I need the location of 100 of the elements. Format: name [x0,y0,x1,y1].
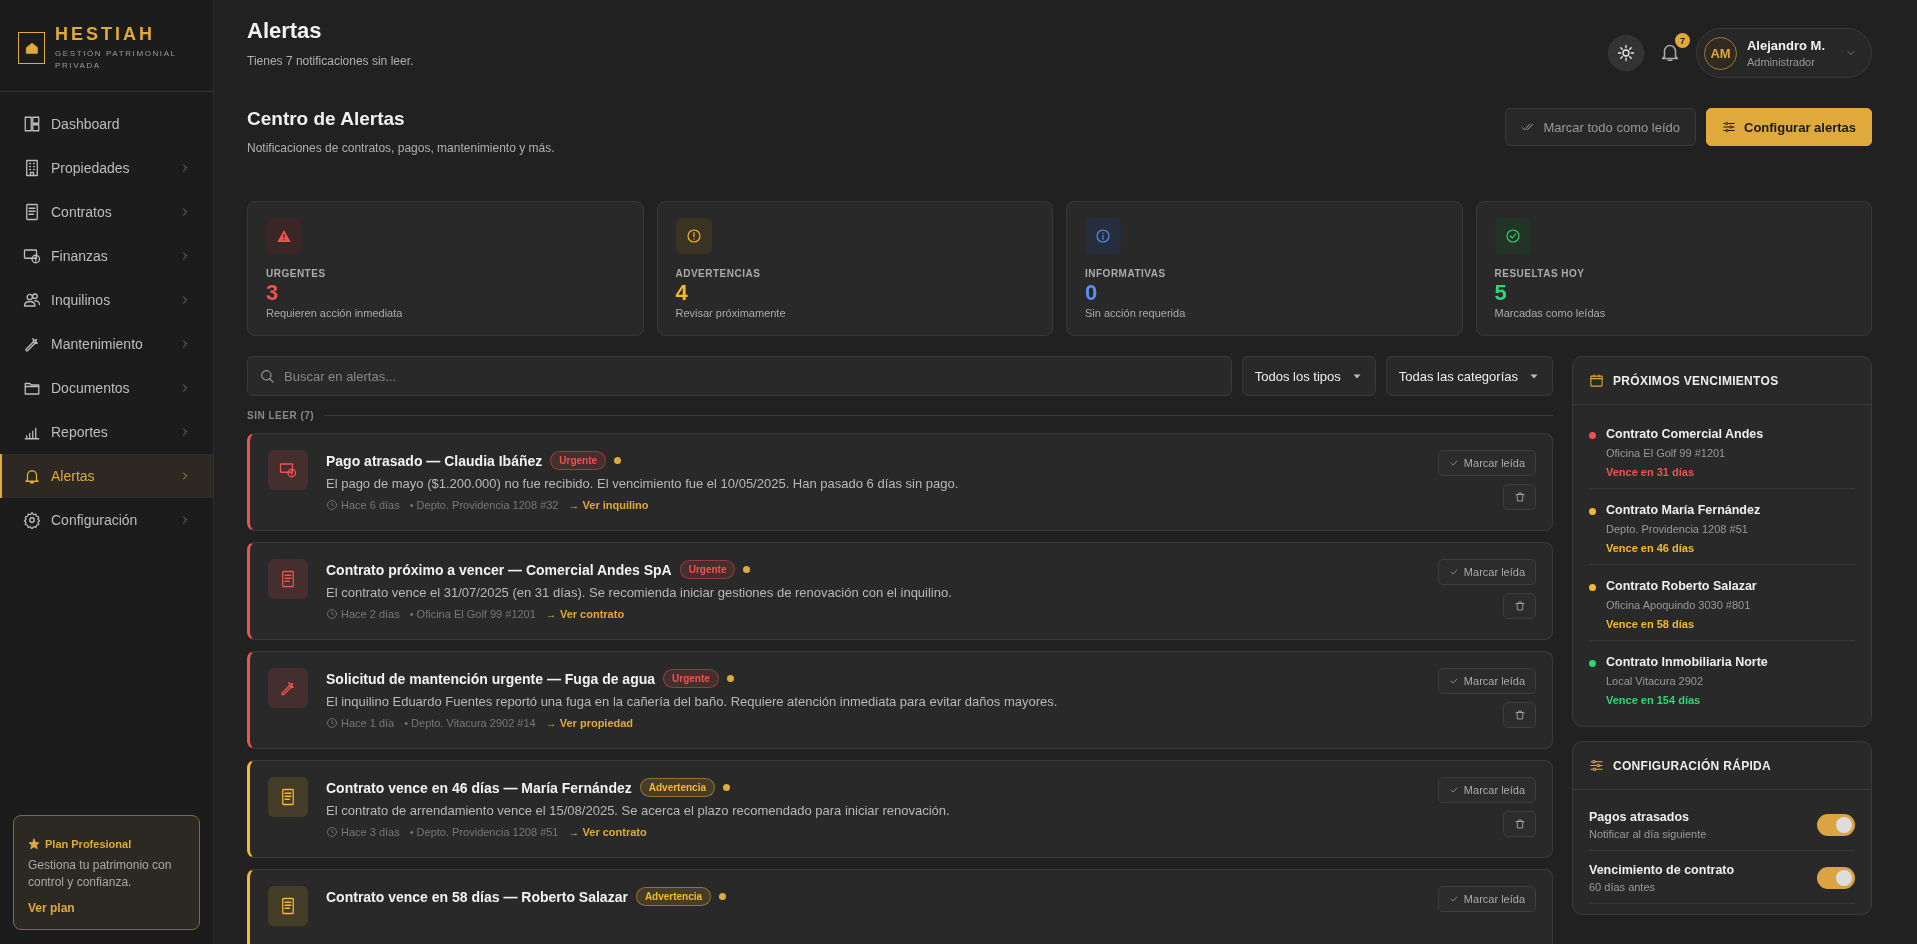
trash-icon [1513,818,1526,830]
delete-button[interactable] [1503,811,1536,837]
nav-item[interactable]: Reportes [0,410,213,454]
contract-name: Contrato Comercial Andes [1606,427,1764,441]
nav-item[interactable]: Alertas [0,454,213,498]
alert-time: Hace 3 días [326,826,400,838]
check-icon [1448,567,1459,577]
exclamation-circle-icon [685,228,702,244]
stat-note: Revisar próximamente [675,307,787,319]
bell-icon [23,467,41,485]
stat-label: RESUELTAS HOY [1494,268,1586,279]
view-plan-link[interactable]: Ver plan [28,901,75,915]
alert-link[interactable]: → Ver contrato [545,608,625,620]
priority-badge: Urgente [663,669,719,688]
mark-read-button[interactable]: Marcar leída [1437,777,1536,803]
priority-badge: Advertencia [639,778,715,797]
list-heading: SIN LEER (7) [247,410,315,421]
section-title: Centro de Alertas [247,108,406,130]
user-role: Administrador [1747,56,1816,68]
theme-toggle-button[interactable] [1608,35,1644,71]
stat-value: 3 [266,281,280,305]
property-name: Oficina Apoquindo 3030 #801 [1606,599,1752,611]
contract-name: Contrato María Fernández [1606,503,1761,517]
document-icon [23,203,41,221]
alert-time: Hace 1 día [326,717,395,729]
house-icon [24,40,39,55]
user-menu[interactable]: AM Alejandro M. Administrador [1696,28,1872,78]
trash-icon [1513,600,1526,612]
delete-button[interactable] [1503,702,1536,728]
nav-item[interactable]: Propiedades [0,146,213,190]
mark-read-button[interactable]: Marcar leída [1437,450,1536,476]
property-name: Oficina El Golf 99 #1201 [1606,447,1727,459]
delete-button[interactable] [1503,484,1536,510]
delete-button[interactable] [1503,593,1536,619]
due-date-text: Vence en 31 días [1606,466,1696,478]
stat-label: ADVERTENCIAS [675,268,762,279]
wrench-icon [279,679,297,697]
alert-title: Contrato vence en 58 días — Roberto Salazar [326,888,628,905]
setting-label: Pagos atrasados [1589,810,1691,824]
calendar-icon [1589,373,1604,388]
dashboard-icon [23,115,41,133]
panel-title: CONFIGURACIÓN RÁPIDA [1613,758,1771,773]
due-date-text: Vence en 154 días [1606,694,1702,706]
stat-note: Marcadas como leídas [1494,307,1607,319]
setting-note: 60 días antes [1589,881,1657,893]
building-icon [23,159,41,177]
alert-link[interactable]: → Ver contrato [568,826,647,838]
mark-read-button[interactable]: Marcar leída [1437,668,1536,694]
filter-dropdown[interactable]: Todos los tipos [1241,356,1376,396]
clock-icon [326,826,338,838]
nav-item[interactable]: Dashboard [0,102,213,146]
toggle-switch[interactable] [1817,867,1855,889]
nav-item[interactable]: Inquilinos [0,278,213,322]
double-check-icon [1521,120,1536,134]
sliders-icon [1722,120,1736,134]
alert-location: • Depto. Providencia 1208 #32 [409,499,559,511]
alert-title: Contrato vence en 46 días — María Fernández [326,779,632,796]
alert-location: • Depto. Providencia 1208 #51 [409,826,559,838]
nav-item[interactable]: Contratos [0,190,213,234]
user-name: Alejandro M. [1747,38,1825,53]
alert-description: El inquilino Eduardo Fuentes reportó una fuga en la cañería del baño. Requiere atención inmediata para evitar daños mayores. [326,694,1059,709]
property-name: Depto. Providencia 1208 #51 [1606,523,1749,535]
priority-badge: Advertencia [635,887,712,906]
info-icon [1095,228,1111,244]
plan-title: Plan Profesional [45,838,132,850]
page-subtitle: Tienes 7 notificaciones sin leer. [247,54,414,68]
alert-location: • Oficina El Golf 99 #1201 [409,608,536,620]
gear-icon [23,511,41,529]
due-date-text: Vence en 46 días [1606,542,1696,554]
nav-item[interactable]: Documentos [0,366,213,410]
nav-item[interactable]: Finanzas [0,234,213,278]
document-icon [279,897,297,915]
check-icon [1448,458,1459,468]
priority-badge: Urgente [679,560,736,579]
stat-value: 5 [1494,281,1508,305]
trash-icon [1513,491,1526,503]
mark-all-read-button[interactable]: Marcar todo como leído [1505,108,1696,146]
priority-badge: Urgente [550,451,607,470]
toggle-switch[interactable] [1817,814,1855,836]
filter-dropdown[interactable]: Todas las categorías [1385,356,1553,396]
configure-alerts-button[interactable]: Configurar alertas [1706,108,1872,146]
mark-read-button[interactable]: Marcar leída [1437,559,1536,585]
alert-link[interactable]: → Ver propiedad [545,717,634,729]
alert-link[interactable]: → Ver inquilino [568,499,649,511]
trash-icon [1513,709,1526,721]
nav-item[interactable]: Configuración [0,498,213,542]
check-icon [1448,676,1459,686]
sliders-icon [1589,758,1604,773]
search-field[interactable]: Buscar en alertas... [247,356,1232,396]
stat-label: URGENTES [266,268,327,279]
setting-note: Notificar al día siguiente [1589,828,1707,840]
nav-item[interactable]: Mantenimiento [0,322,213,366]
stat-value: 4 [675,281,689,305]
mark-read-button[interactable]: Marcar leída [1437,886,1536,912]
stat-value: 0 [1085,281,1099,305]
contract-name: Contrato Inmobiliaria Norte [1606,655,1768,669]
panel-title: PRÓXIMOS VENCIMIENTOS [1613,373,1779,388]
alert-title: Solicitud de mantención urgente — Fuga de agua [326,670,656,687]
alert-description: El contrato de arrendamiento vence el 15/08/2025. Se acerca el plazo recomendado para iniciar renovación. [326,803,951,818]
alert-time: Hace 2 días [326,608,400,620]
